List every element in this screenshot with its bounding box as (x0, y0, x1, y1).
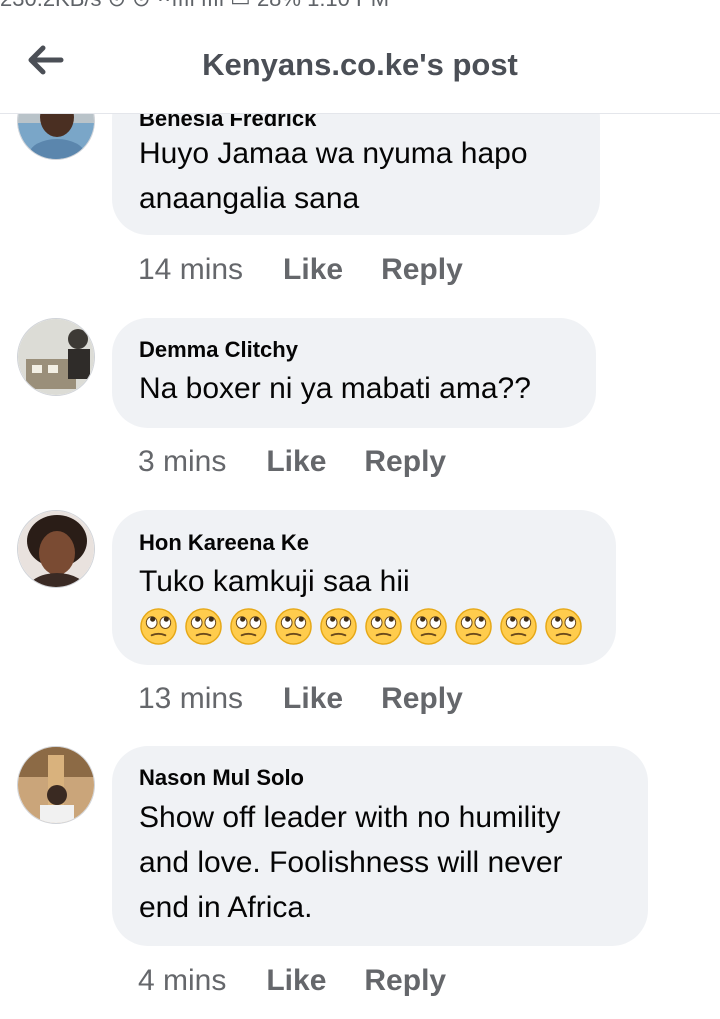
face-with-rolling-eyes-icon (544, 607, 583, 646)
comment-meta: 3 mins Like Reply (138, 445, 446, 479)
like-button[interactable]: Like (266, 964, 326, 998)
comment-bubble[interactable]: Hon Kareena Ke Tuko kamkuji saa hii (112, 510, 616, 665)
face-with-rolling-eyes-icon (274, 607, 313, 646)
reply-button[interactable]: Reply (381, 253, 463, 287)
like-button[interactable]: Like (266, 445, 326, 479)
avatar[interactable] (17, 318, 95, 396)
comment-timestamp: 14 mins (138, 253, 244, 286)
avatar[interactable] (17, 746, 95, 824)
comment-text: Show off leader with no humility and lov… (139, 801, 563, 924)
comment-meta: 14 mins Like Reply (138, 253, 463, 287)
face-with-rolling-eyes-icon (139, 607, 178, 646)
face-with-rolling-eyes-icon (454, 607, 493, 646)
reply-button[interactable]: Reply (364, 445, 446, 479)
avatar[interactable] (17, 510, 95, 588)
comment-author[interactable]: Nason Mul Solo (139, 765, 304, 791)
emoji-row (139, 607, 583, 646)
page-title: Kenyans.co.ke's post (202, 47, 518, 82)
status-bar-text: 230.2KB/s ⊙ ⊙ ··ıııl ıııl ▭ 28% 1:10 PM (0, 0, 389, 10)
face-with-rolling-eyes-icon (184, 607, 223, 646)
face-with-rolling-eyes-icon (229, 607, 268, 646)
comment-timestamp: 13 mins (138, 682, 244, 715)
comment-timestamp: 3 mins (138, 445, 227, 478)
reply-button[interactable]: Reply (381, 682, 463, 716)
comment-text: Tuko kamkuji saa hii (139, 565, 410, 598)
face-with-rolling-eyes-icon (409, 607, 448, 646)
comment-author[interactable]: Hon Kareena Ke (139, 530, 309, 556)
comment-bubble[interactable]: Nason Mul Solo Show off leader with no h… (112, 746, 648, 946)
like-button[interactable]: Like (283, 682, 343, 716)
comment-meta: 13 mins Like Reply (138, 682, 463, 716)
like-button[interactable]: Like (283, 253, 343, 287)
comment-author[interactable]: Demma Clitchy (139, 337, 298, 363)
comments-feed: Benesia Fredrick Huyo Jamaa wa nyuma hap… (0, 0, 720, 1019)
comment-timestamp: 4 mins (138, 964, 227, 997)
status-bar: 230.2KB/s ⊙ ⊙ ··ıııl ıııl ▭ 28% 1:10 PM (0, 0, 720, 10)
comment-meta: 4 mins Like Reply (138, 964, 446, 998)
app-header: Kenyans.co.ke's post (0, 10, 720, 114)
face-with-rolling-eyes-icon (319, 607, 358, 646)
face-with-rolling-eyes-icon (499, 607, 538, 646)
comment-text: Huyo Jamaa wa nyuma hapo anaangalia sana (139, 137, 528, 215)
comment-bubble[interactable]: Demma Clitchy Na boxer ni ya mabati ama?… (112, 318, 596, 428)
face-with-rolling-eyes-icon (364, 607, 403, 646)
comment-text: Na boxer ni ya mabati ama?? (139, 372, 531, 405)
reply-button[interactable]: Reply (364, 964, 446, 998)
